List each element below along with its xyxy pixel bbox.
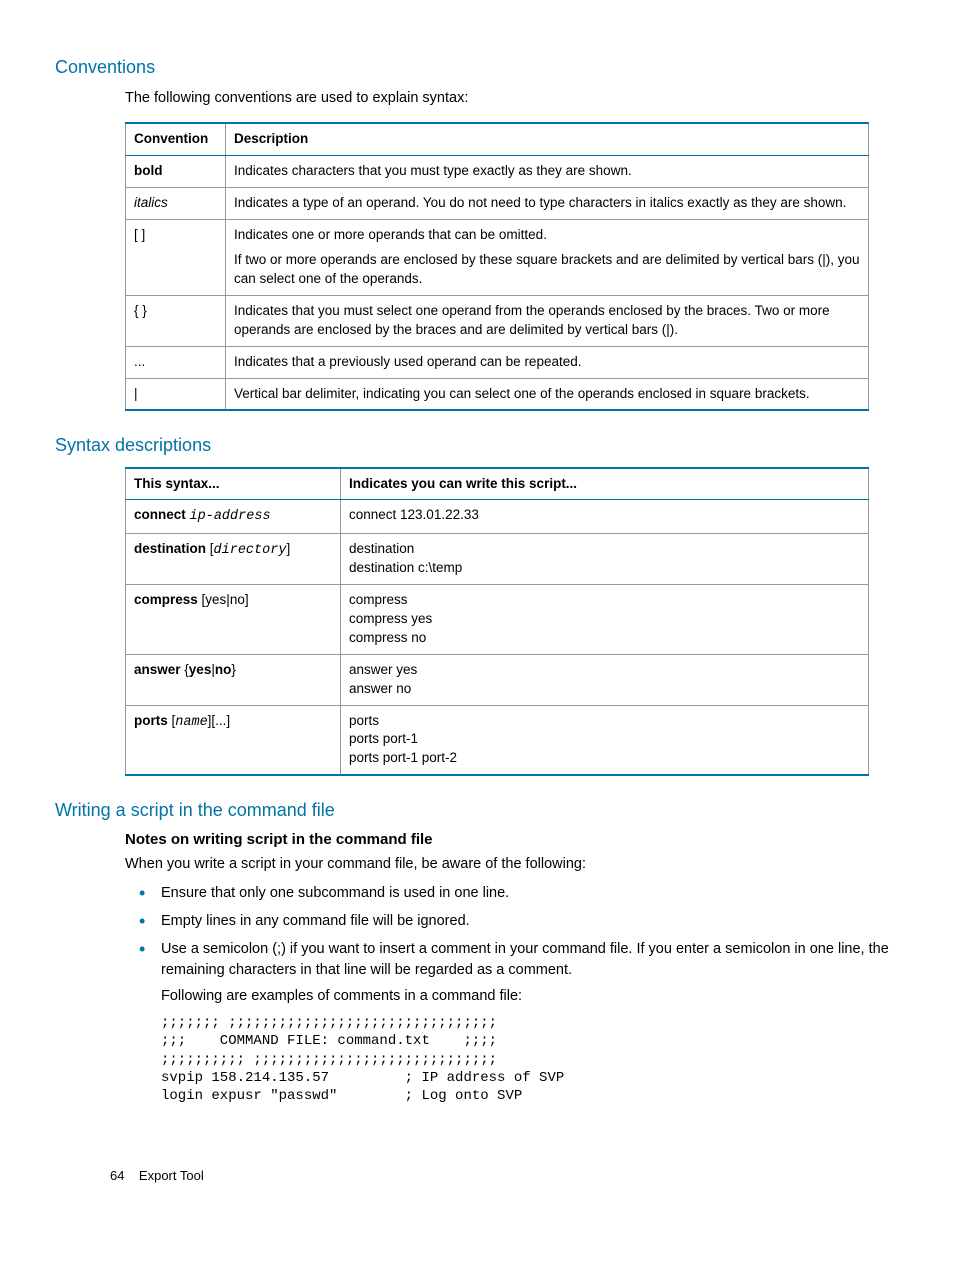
table-row: italics Indicates a type of an operand. … bbox=[126, 188, 869, 220]
table-row: { } Indicates that you must select one o… bbox=[126, 295, 869, 346]
section-syntax-title: Syntax descriptions bbox=[55, 433, 894, 458]
writing-intro: When you write a script in your command … bbox=[125, 854, 894, 874]
conv-cell: { } bbox=[126, 295, 226, 346]
conventions-table: Convention Description bold Indicates ch… bbox=[125, 122, 869, 411]
conv-desc: Indicates one or more operands that can … bbox=[226, 220, 869, 296]
list-item: Empty lines in any command file will be … bbox=[125, 911, 894, 931]
syntax-th-1: This syntax... bbox=[126, 468, 341, 500]
table-row: ports [name][...] ports ports port-1 por… bbox=[126, 705, 869, 775]
conv-cell: ... bbox=[126, 346, 226, 378]
conv-desc: Indicates characters that you must type … bbox=[226, 156, 869, 188]
table-row: ... Indicates that a previously used ope… bbox=[126, 346, 869, 378]
footer-label: Export Tool bbox=[139, 1168, 204, 1183]
conv-th-convention: Convention bbox=[126, 123, 226, 155]
syntax-table: This syntax... Indicates you can write t… bbox=[125, 467, 869, 777]
section-writing-title: Writing a script in the command file bbox=[55, 798, 894, 823]
conv-th-description: Description bbox=[226, 123, 869, 155]
table-row: destination [directory] destination dest… bbox=[126, 534, 869, 585]
script-cell: destination destination c:\temp bbox=[341, 534, 869, 585]
syntax-th-2: Indicates you can write this script... bbox=[341, 468, 869, 500]
script-cell: ports ports port-1 ports port-1 port-2 bbox=[341, 705, 869, 775]
syntax-cell: compress [yes|no] bbox=[126, 585, 341, 655]
table-row: compress [yes|no] compress compress yes … bbox=[126, 585, 869, 655]
conv-cell: | bbox=[126, 378, 226, 410]
syntax-cell: destination [directory] bbox=[126, 534, 341, 585]
table-row: | Vertical bar delimiter, indicating you… bbox=[126, 378, 869, 410]
conv-desc: Indicates a type of an operand. You do n… bbox=[226, 188, 869, 220]
list-item: Use a semicolon (;) if you want to inser… bbox=[125, 939, 894, 1006]
script-cell: connect 123.01.22.33 bbox=[341, 500, 869, 534]
script-cell: answer yes answer no bbox=[341, 654, 869, 705]
conventions-intro: The following conventions are used to ex… bbox=[125, 88, 894, 108]
table-row: [ ] Indicates one or more operands that … bbox=[126, 220, 869, 296]
script-cell: compress compress yes compress no bbox=[341, 585, 869, 655]
table-row: connect ip-address connect 123.01.22.33 bbox=[126, 500, 869, 534]
table-row: bold Indicates characters that you must … bbox=[126, 156, 869, 188]
list-item: Ensure that only one subcommand is used … bbox=[125, 883, 894, 903]
conv-desc: Indicates that a previously used operand… bbox=[226, 346, 869, 378]
conv-cell: bold bbox=[126, 156, 226, 188]
notes-heading: Notes on writing script in the command f… bbox=[125, 829, 894, 850]
syntax-cell: ports [name][...] bbox=[126, 705, 341, 775]
page-number: 64 bbox=[110, 1168, 124, 1183]
syntax-cell: connect ip-address bbox=[126, 500, 341, 534]
bullet-list: Ensure that only one subcommand is used … bbox=[125, 883, 894, 1006]
conv-desc: Vertical bar delimiter, indicating you c… bbox=[226, 378, 869, 410]
syntax-cell: answer {yes|no} bbox=[126, 654, 341, 705]
table-row: answer {yes|no} answer yes answer no bbox=[126, 654, 869, 705]
conv-cell: italics bbox=[126, 188, 226, 220]
conv-cell: [ ] bbox=[126, 220, 226, 296]
conv-desc: Indicates that you must select one opera… bbox=[226, 295, 869, 346]
page-footer: 64 Export Tool bbox=[110, 1167, 204, 1185]
section-conventions-title: Conventions bbox=[55, 55, 894, 80]
code-block: ;;;;;;; ;;;;;;;;;;;;;;;;;;;;;;;;;;;;;;;;… bbox=[161, 1014, 894, 1105]
